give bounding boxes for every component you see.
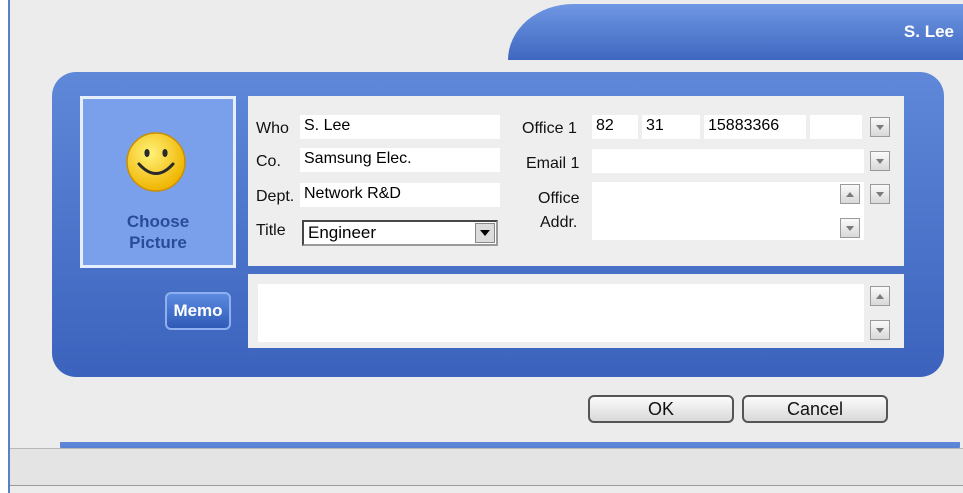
office1-number-field[interactable]: 15883366	[704, 115, 806, 139]
title-select[interactable]: Engineer	[302, 220, 498, 246]
office-addr-dropdown-button[interactable]	[870, 184, 890, 204]
office-address-field[interactable]	[592, 182, 864, 240]
office1-country-code-field[interactable]: 82	[592, 115, 638, 139]
who-field[interactable]: S. Lee	[300, 115, 500, 139]
arrow-up-icon	[876, 293, 884, 299]
memo-scroll-up-button[interactable]	[870, 286, 890, 306]
title-tab: S. Lee	[508, 4, 963, 60]
office1-area-code-field[interactable]: 31	[642, 115, 700, 139]
dialog-title: S. Lee	[903, 22, 954, 41]
memo-button[interactable]: Memo	[165, 292, 231, 330]
chevron-down-icon	[480, 230, 490, 236]
memo-scroll-down-button[interactable]	[870, 320, 890, 340]
office1-dropdown-button[interactable]	[870, 117, 890, 137]
department-field[interactable]: Network R&D	[300, 183, 500, 207]
choose-picture-label: Choose Picture	[83, 211, 233, 253]
choose-picture-line1: Choose	[126, 212, 190, 231]
company-field[interactable]: Samsung Elec.	[300, 148, 500, 172]
office1-extension-field[interactable]	[810, 115, 862, 139]
arrow-down-icon	[876, 327, 884, 333]
office1-label: Office 1	[522, 120, 577, 137]
chevron-down-icon	[876, 158, 884, 164]
who-label: Who	[256, 120, 289, 137]
title-label: Title	[256, 222, 286, 239]
smiley-face-icon	[126, 132, 186, 192]
status-bar	[10, 448, 963, 486]
dept-label: Dept.	[256, 188, 295, 205]
title-dropdown-button[interactable]	[475, 223, 495, 243]
office-addr-scroll-down-button[interactable]	[840, 218, 860, 238]
office-addr-label-line2: Addr.	[540, 214, 578, 231]
arrow-down-icon	[846, 225, 854, 231]
co-label: Co.	[256, 153, 281, 170]
cancel-button[interactable]: Cancel	[742, 395, 888, 423]
email1-label: Email 1	[526, 155, 580, 172]
chevron-down-icon	[876, 124, 884, 130]
chevron-down-icon	[876, 191, 884, 197]
office-addr-scroll-up-button[interactable]	[840, 184, 860, 204]
memo-field[interactable]	[258, 284, 864, 342]
office-addr-label-line1: Office	[538, 190, 580, 207]
arrow-up-icon	[846, 191, 854, 197]
choose-picture-line2: Picture	[129, 233, 187, 252]
choose-picture-button[interactable]: Choose Picture	[80, 96, 236, 268]
email1-dropdown-button[interactable]	[870, 151, 890, 171]
ok-button[interactable]: OK	[588, 395, 734, 423]
title-select-value: Engineer	[308, 223, 377, 242]
email1-field[interactable]	[592, 149, 864, 173]
